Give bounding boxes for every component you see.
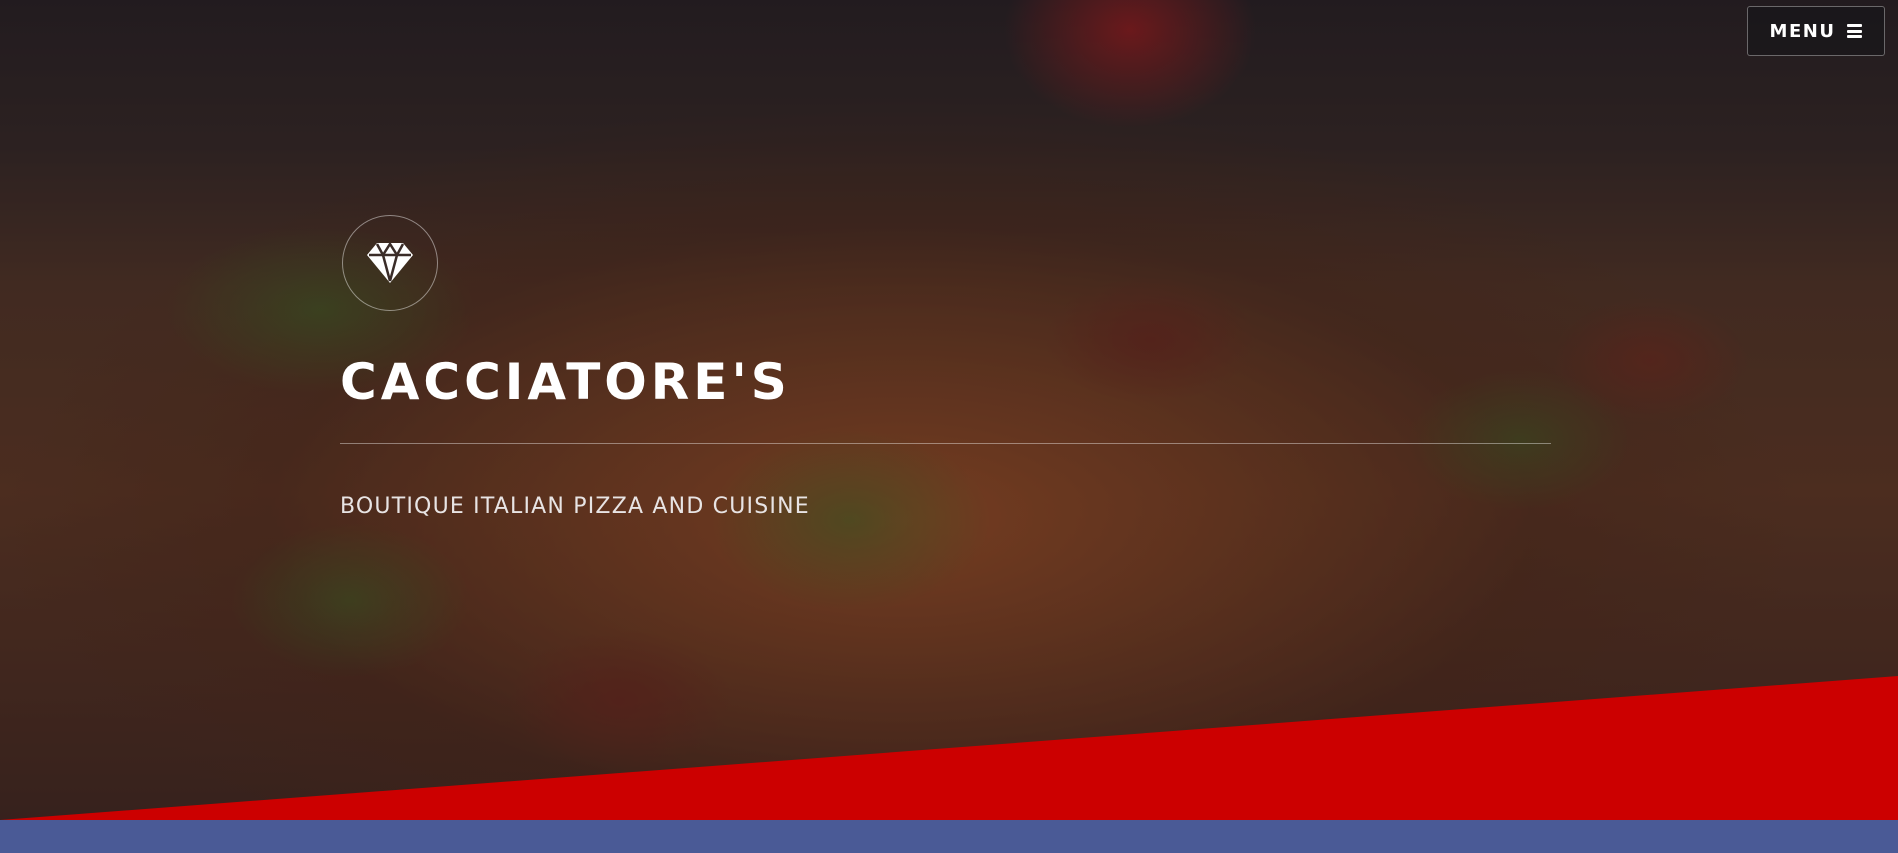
landing-page: MENU CACCIATORE'S BOUTIQUE ITALIAN PIZZA… [0, 0, 1898, 853]
hero-overlay [0, 0, 1898, 820]
site-title: CACCIATORE'S [340, 353, 791, 411]
logo[interactable] [342, 215, 438, 311]
diamond-icon [367, 241, 413, 283]
blue-section-band [0, 820, 1898, 853]
hamburger-icon [1847, 24, 1863, 38]
title-divider [340, 443, 1551, 444]
menu-button[interactable]: MENU [1747, 6, 1885, 56]
menu-label: MENU [1769, 20, 1836, 42]
site-tagline: BOUTIQUE ITALIAN PIZZA AND CUISINE [340, 494, 810, 519]
